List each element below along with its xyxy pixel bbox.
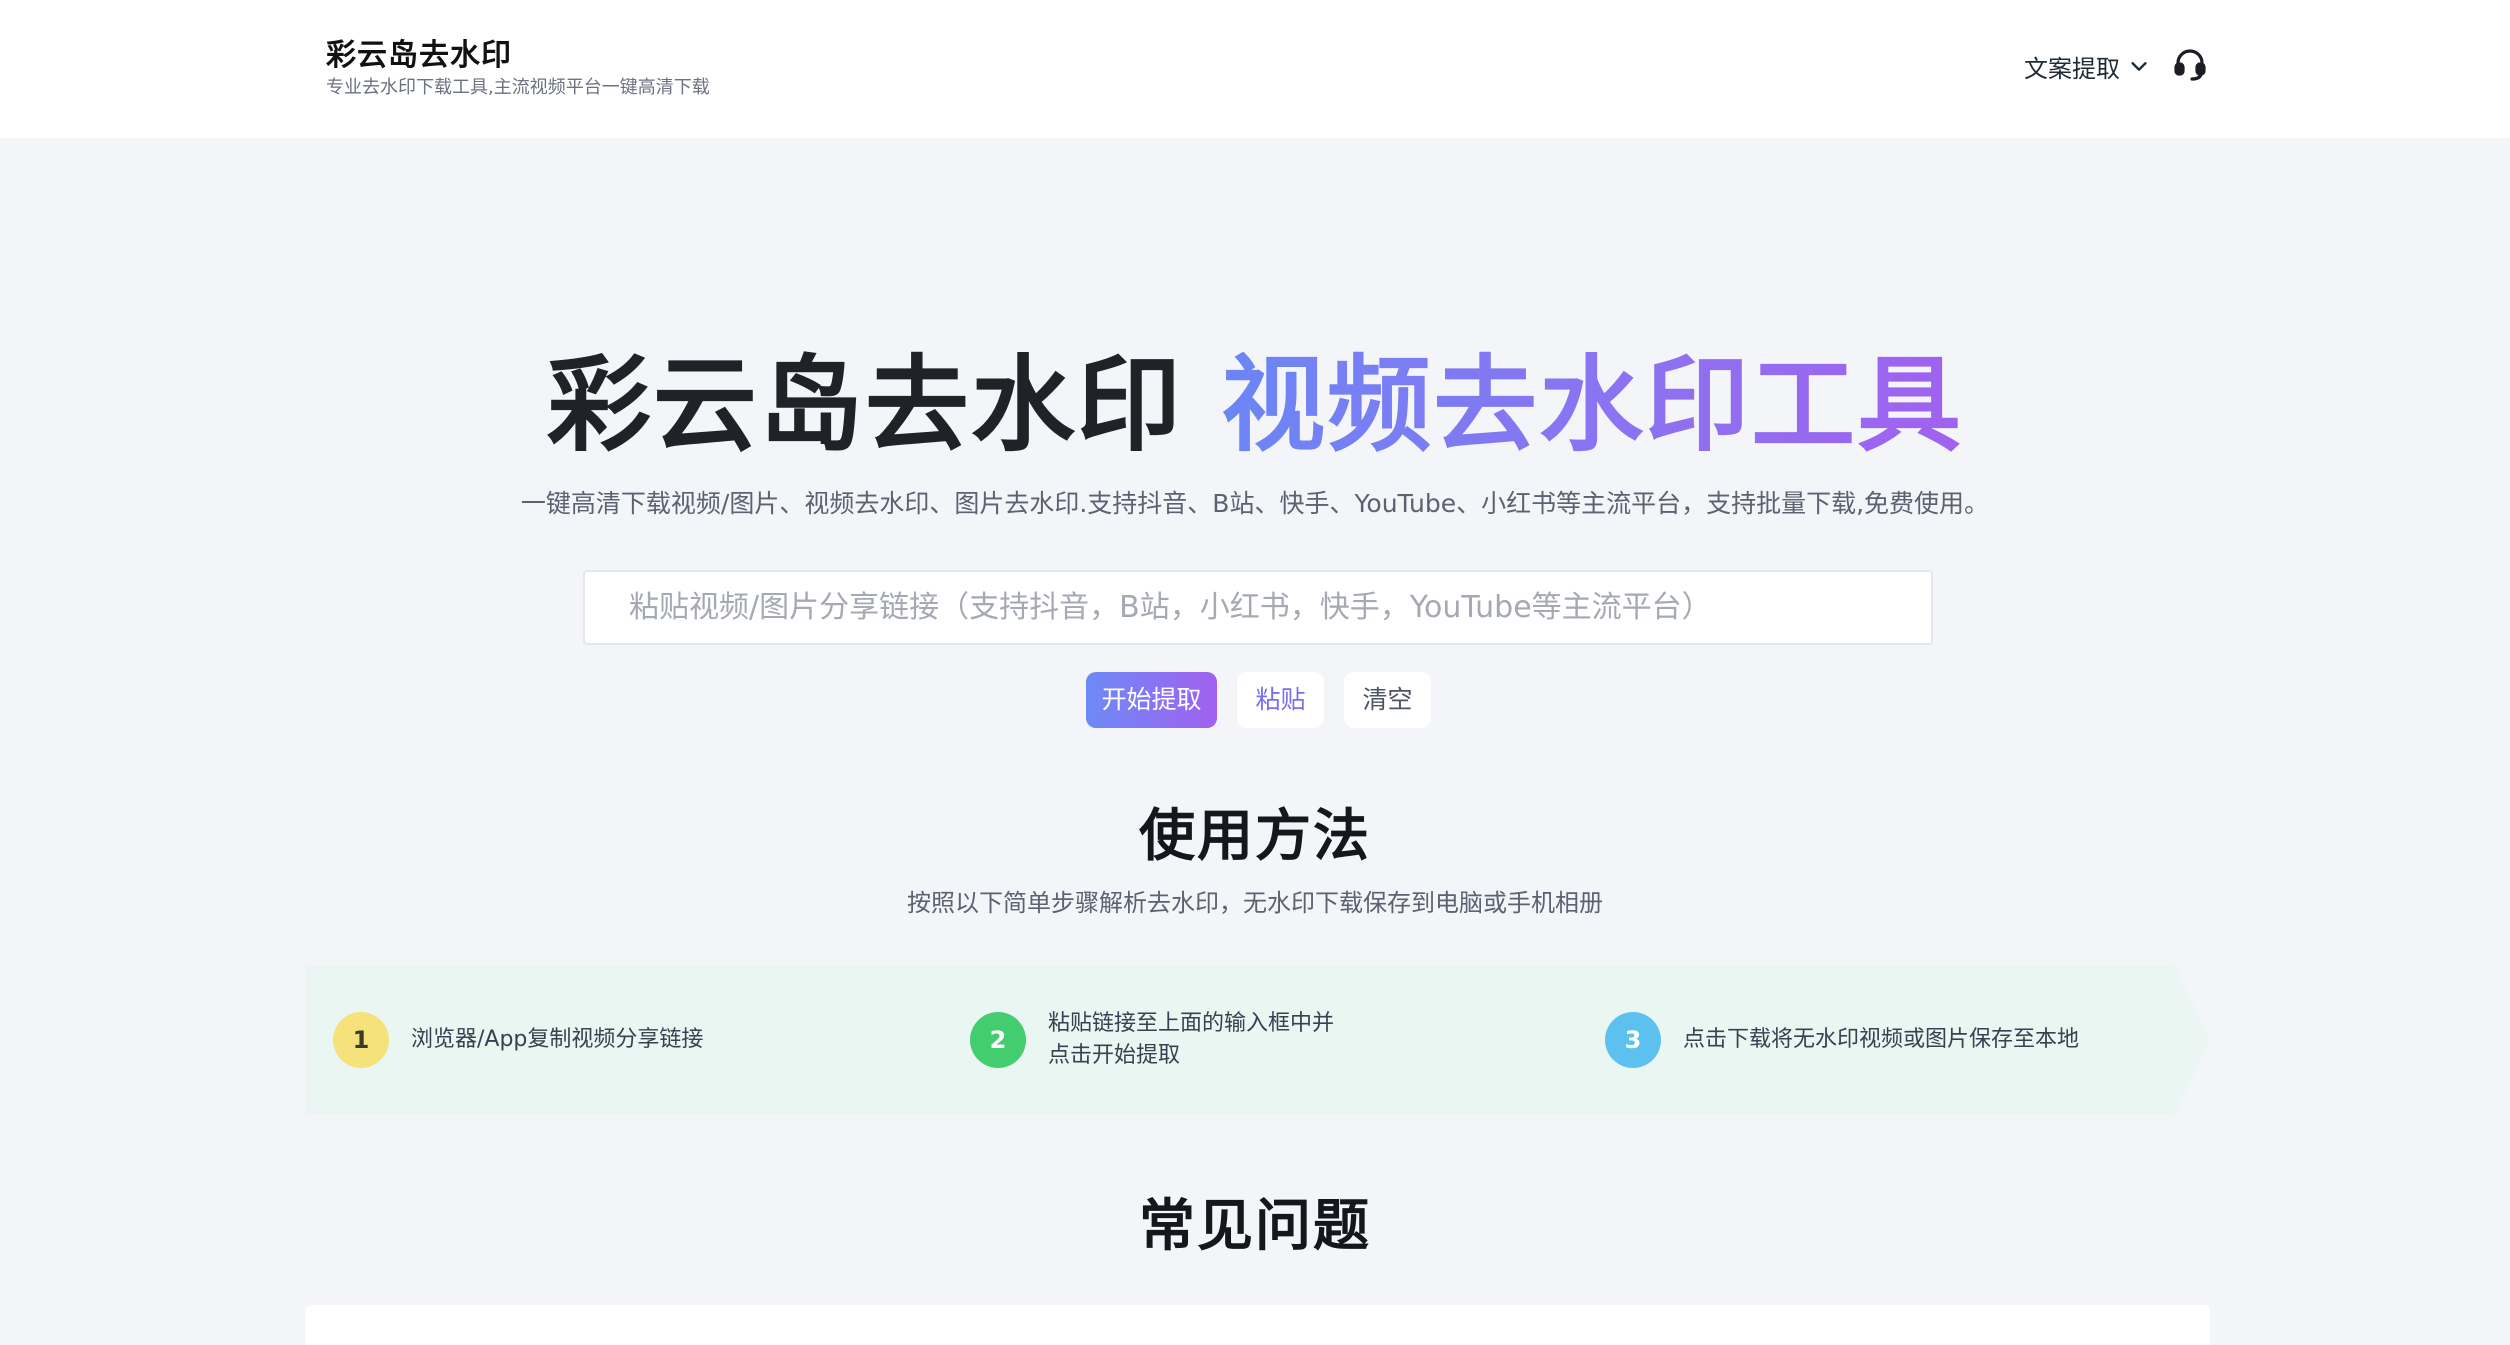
step-text: 点击下载将无水印视频或图片保存至本地 <box>1683 1024 2079 1056</box>
copy-extract-menu[interactable]: 文案提取 <box>2024 48 2150 84</box>
link-input[interactable] <box>585 572 1931 643</box>
start-extract-button[interactable]: 开始提取 <box>1086 672 1217 728</box>
link-input-box <box>583 570 1933 645</box>
header-bar: 彩云岛去水印 专业去水印下载工具,主流视频平台一键高清下载 文案提取 <box>0 0 2510 138</box>
hero-description: 一键高清下载视频/图片、视频去水印、图片去水印.支持抖音、B站、快手、YouTu… <box>520 489 1990 518</box>
step-number: 3 <box>1605 1012 1661 1068</box>
step-text-line: 点击下载将无水印视频或图片保存至本地 <box>1683 1027 2080 1052</box>
headset-icon[interactable] <box>2170 44 2210 84</box>
chevron-down-icon <box>2131 62 2147 71</box>
step-3: 3 点击下载将无水印视频或图片保存至本地 <box>1605 966 2079 1114</box>
step-text-line: 点击开始提取 <box>1048 1043 1181 1068</box>
faq-title: 常见问题 <box>1139 1194 1371 1259</box>
step-text: 粘贴链接至上面的输入框中并 点击开始提取 <box>1048 1008 1334 1072</box>
step-text-line: 浏览器/App复制视频分享链接 <box>411 1027 704 1052</box>
faq-card <box>305 1305 2210 1345</box>
usage-steps: 1 浏览器/App复制视频分享链接 2 粘贴链接至上面的输入框中并 点击开始提取… <box>305 966 2210 1114</box>
step-2: 2 粘贴链接至上面的输入框中并 点击开始提取 <box>970 966 1334 1114</box>
step-number: 1 <box>333 1012 389 1068</box>
hero-title-main: 彩云岛去水印 <box>546 344 1183 466</box>
action-buttons: 开始提取 粘贴 清空 <box>0 672 2510 728</box>
hero-title: 彩云岛去水印 视频去水印工具 <box>0 340 2510 470</box>
hero-title-accent: 视频去水印工具 <box>1221 344 1964 466</box>
clear-button[interactable]: 清空 <box>1344 672 1431 728</box>
step-number: 2 <box>970 1012 1026 1068</box>
step-text-line: 粘贴链接至上面的输入框中并 <box>1048 1011 1335 1036</box>
usage-title: 使用方法 <box>1139 804 1371 869</box>
usage-subtitle: 按照以下简单步骤解析去水印，无水印下载保存到电脑或手机相册 <box>907 889 1603 917</box>
copy-extract-menu-label: 文案提取 <box>2024 54 2120 83</box>
nav: 文案提取 <box>0 44 2510 88</box>
paste-button[interactable]: 粘贴 <box>1237 672 1324 728</box>
step-text: 浏览器/App复制视频分享链接 <box>411 1024 703 1056</box>
step-1: 1 浏览器/App复制视频分享链接 <box>333 966 703 1114</box>
